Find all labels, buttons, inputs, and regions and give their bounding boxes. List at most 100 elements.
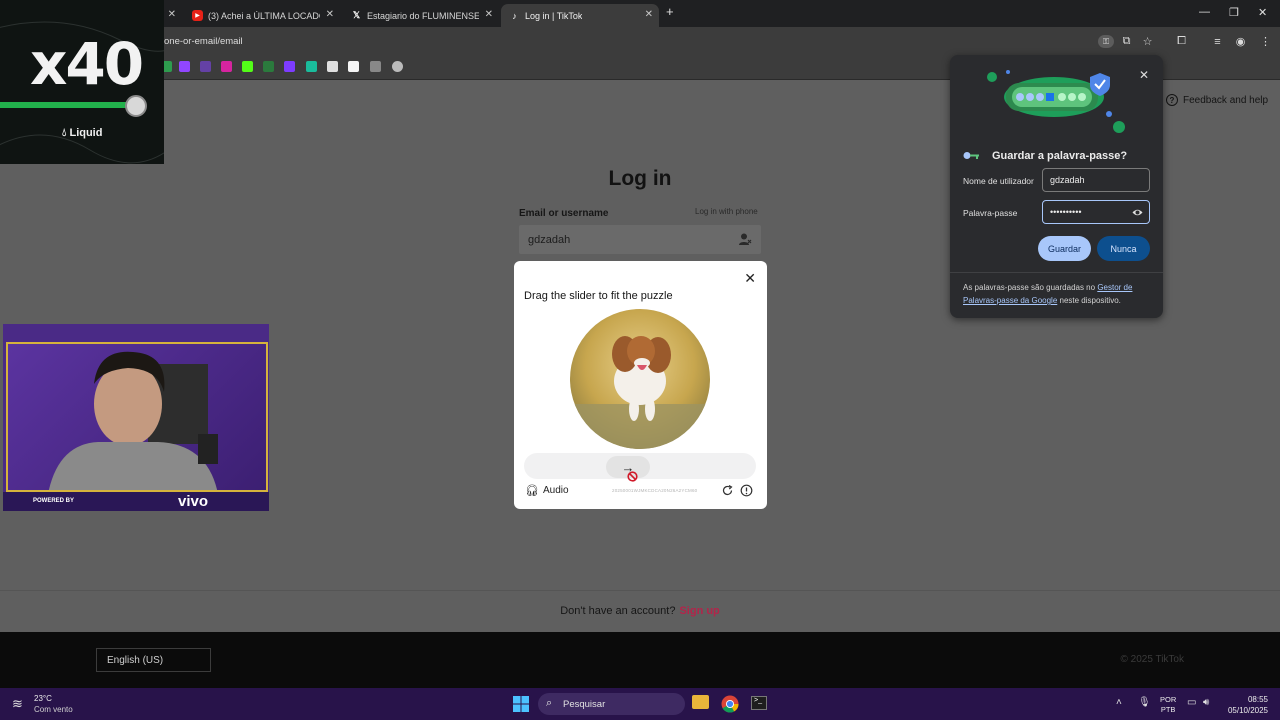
captcha-id: 20250001WJMKCDCA20N26A2YCM60 bbox=[612, 488, 698, 493]
star-icon[interactable]: ☆ bbox=[1141, 35, 1154, 48]
signup-link[interactable]: Sign up bbox=[679, 605, 719, 617]
terminal-icon[interactable]: >_ bbox=[751, 696, 767, 710]
username-value: gdzadah bbox=[528, 234, 571, 246]
tab-tiktok[interactable]: ♪ Log in | TikTok ✕ bbox=[501, 4, 659, 27]
refresh-icon[interactable] bbox=[721, 484, 734, 497]
liquid-brand: 💧︎ Liquid bbox=[62, 127, 102, 140]
headphones-icon: 🎧︎ bbox=[525, 485, 539, 497]
password-illustration bbox=[987, 70, 1125, 133]
close-icon[interactable]: ✕ bbox=[485, 9, 493, 20]
search-icon: ⌕ bbox=[546, 697, 553, 709]
bookmark-icon[interactable] bbox=[392, 61, 403, 72]
weather-description[interactable]: Com vento bbox=[34, 705, 73, 714]
instagram-icon[interactable] bbox=[221, 61, 232, 72]
page-footer: English (US) © 2025 TikTok bbox=[0, 632, 1280, 688]
tiktok-icon: ♪ bbox=[512, 10, 517, 21]
close-icon[interactable]: ✕ bbox=[168, 9, 176, 20]
tab-x[interactable]: 𝕏 Estagiario do FLUMINENSE ✕ bbox=[343, 4, 499, 27]
eye-icon[interactable] bbox=[1132, 207, 1143, 218]
bookmark-icon[interactable] bbox=[284, 61, 295, 72]
signup-row: Don't have an account? Sign up bbox=[0, 590, 1280, 632]
captcha-modal: ✕ Drag the slider to fit the puzzle → 🎧︎… bbox=[514, 261, 767, 509]
webcam-footer: POWERED BY vivo bbox=[3, 492, 269, 511]
password-note: As palavras-passe são guardadas no Gesto… bbox=[963, 281, 1153, 307]
close-window-button[interactable]: ✕ bbox=[1258, 6, 1267, 19]
tab-title: Estagiario do FLUMINENSE bbox=[367, 10, 479, 21]
stream-multiplier-overlay: x40 💧︎ Liquid bbox=[0, 0, 164, 164]
save-password-button[interactable]: Guardar bbox=[1038, 236, 1091, 261]
password-key-icon[interactable]: ⚿ bbox=[1098, 35, 1114, 48]
webcam-feed bbox=[6, 342, 268, 492]
cast-icon[interactable]: ⧉ bbox=[1120, 35, 1133, 48]
tab-youtube[interactable]: ▶ (3) Achei a ÚLTIMA LOCADORA ✕ bbox=[184, 4, 340, 27]
browser-toolbar: one-or-email/email ⚿ ⧉ ☆ ⧠ ≡ ◉ ⋮ bbox=[0, 27, 1280, 55]
address-bar[interactable]: one-or-email/email bbox=[164, 36, 243, 47]
streamer-image bbox=[48, 351, 218, 490]
username-field[interactable]: gdzadah bbox=[1042, 168, 1150, 192]
webcam-overlay: POWERED BY vivo bbox=[3, 324, 269, 511]
new-tab-button[interactable]: + bbox=[666, 4, 674, 19]
multiplier-text: x40 bbox=[30, 30, 144, 98]
media-icon[interactable]: ≡ bbox=[1211, 35, 1224, 48]
chrome-icon[interactable] bbox=[721, 695, 739, 713]
help-icon: ? bbox=[1166, 94, 1178, 106]
username-input[interactable]: gdzadah bbox=[519, 225, 761, 254]
notion-icon[interactable] bbox=[348, 61, 359, 72]
extensions-icon[interactable]: ⧠ bbox=[1175, 35, 1188, 48]
wind-icon[interactable]: ≋ bbox=[12, 696, 23, 712]
lang-line-1: POR bbox=[1160, 695, 1177, 704]
network-icon[interactable]: ▭ bbox=[1187, 697, 1196, 708]
volume-icon[interactable]: 🔊︎ bbox=[1203, 697, 1209, 708]
microphone-icon[interactable]: 🎙︎ bbox=[1138, 697, 1151, 708]
bookmark-icon[interactable] bbox=[200, 61, 211, 72]
bookmark-icon[interactable] bbox=[370, 61, 381, 72]
info-icon[interactable] bbox=[740, 484, 753, 497]
puzzle-image bbox=[570, 309, 710, 449]
person-icon bbox=[739, 233, 752, 245]
menu-icon[interactable]: ⋮ bbox=[1259, 35, 1272, 48]
bookmark-icon[interactable] bbox=[327, 61, 338, 72]
key-icon bbox=[963, 152, 979, 159]
close-icon[interactable]: ✕ bbox=[1139, 68, 1149, 82]
minimize-button[interactable]: — bbox=[1199, 6, 1210, 18]
tab-strip: ✕ ▶ (3) Achei a ÚLTIMA LOCADORA ✕ 𝕏 Esta… bbox=[0, 0, 1280, 27]
profile-icon[interactable]: ◉ bbox=[1234, 35, 1247, 48]
bookmark-icon[interactable] bbox=[306, 61, 317, 72]
tab-title: Log in | TikTok bbox=[525, 10, 583, 21]
feedback-link[interactable]: ? Feedback and help bbox=[1166, 94, 1268, 106]
login-with-phone-link[interactable]: Log in with phone bbox=[695, 207, 758, 216]
note-text-end: neste dispositivo. bbox=[1057, 296, 1121, 305]
weather-temperature[interactable]: 23°C bbox=[34, 694, 52, 703]
system-clock[interactable]: 08:55 05/10/2025 bbox=[1224, 694, 1268, 716]
search-placeholder: Pesquisar bbox=[563, 699, 606, 710]
audio-button[interactable]: 🎧︎ Audio bbox=[525, 484, 569, 497]
tab-partial[interactable]: ✕ bbox=[164, 4, 184, 27]
note-text: As palavras-passe são guardadas no bbox=[963, 283, 1098, 292]
bookmark-icon[interactable] bbox=[263, 61, 274, 72]
copyright: © 2025 TikTok bbox=[1120, 654, 1184, 665]
language-select[interactable]: English (US) bbox=[96, 648, 211, 672]
kick-icon[interactable] bbox=[242, 61, 253, 72]
password-label: Palavra-passe bbox=[963, 208, 1018, 218]
droplet-icon: 💧︎ bbox=[62, 127, 67, 139]
never-button[interactable]: Nunca bbox=[1097, 236, 1150, 261]
audio-label: Audio bbox=[542, 485, 569, 496]
windows-taskbar: ≋ 23°C Com vento ⌕ Pesquisar >_ ˄ 🎙︎ POR… bbox=[0, 688, 1280, 720]
twitch-icon[interactable] bbox=[179, 61, 190, 72]
youtube-icon: ▶ bbox=[192, 10, 203, 21]
restore-button[interactable]: ❐ bbox=[1229, 6, 1239, 19]
close-icon[interactable]: ✕ bbox=[326, 9, 334, 20]
close-icon[interactable]: ✕ bbox=[645, 9, 653, 20]
progress-bar bbox=[0, 102, 136, 108]
close-icon[interactable]: ✕ bbox=[744, 270, 756, 287]
file-explorer-icon[interactable] bbox=[692, 695, 709, 709]
language-indicator[interactable]: POR PTB bbox=[1160, 695, 1176, 715]
chevron-up-icon[interactable]: ˄ bbox=[1116, 697, 1122, 708]
signup-prompt: Don't have an account? bbox=[560, 605, 676, 617]
password-field[interactable]: •••••••••• bbox=[1042, 200, 1150, 224]
lang-line-2: PTB bbox=[1160, 705, 1176, 714]
taskbar-search[interactable]: ⌕ Pesquisar bbox=[538, 693, 685, 715]
clock-time: 08:55 bbox=[1247, 695, 1268, 704]
popup-title: Guardar a palavra-passe? bbox=[992, 150, 1128, 162]
windows-start-icon[interactable] bbox=[513, 696, 529, 712]
